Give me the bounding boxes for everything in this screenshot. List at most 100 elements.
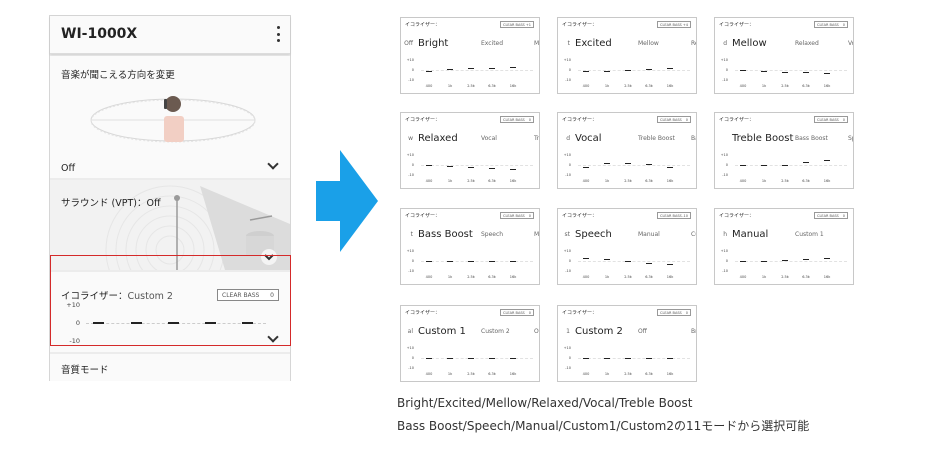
clear-bass-button[interactable]: CLEAR BASS -10 <box>657 212 691 219</box>
clear-bass-button[interactable]: CLEAR BASS 0 <box>500 116 534 123</box>
preset-card-bright: イコライザー： CLEAR BASS +1 Off Bright Excited M +10 0… <box>400 17 540 94</box>
preset-freq-label: 16k <box>509 275 517 279</box>
preset-freq-label: 1k <box>761 84 767 88</box>
preset-freq-label: 6.3k <box>645 275 653 279</box>
chevron-down-icon[interactable] <box>267 331 279 343</box>
equalizer-card[interactable]: イコライザー：Custom 2 CLEAR BASS 0 +10 0 -10 <box>50 272 290 352</box>
phone-screen: WI-1000X 音楽が聞こえる方向を変更 Off サラウンド (VPT)：Of… <box>49 15 291 381</box>
clear-bass-button[interactable]: CLEAR BASS +4 <box>657 21 691 28</box>
preset-freq-label: 6.3k <box>802 84 810 88</box>
clear-bass-label: CLEAR BASS <box>817 213 839 218</box>
preset-freq-label: 16k <box>666 179 674 183</box>
clear-bass-value: 0 <box>685 310 688 315</box>
preset-zero-line <box>421 70 533 71</box>
preset-name: Relaxed <box>418 133 458 144</box>
preset-tick-label: +10 <box>563 58 571 62</box>
app-header: WI-1000X <box>50 16 290 54</box>
clear-bass-label: CLEAR BASS <box>660 22 682 27</box>
clear-bass-button[interactable]: CLEAR BASS +1 <box>500 21 534 28</box>
clear-bass-button[interactable]: CLEAR BASS 0 <box>814 116 848 123</box>
surround-card[interactable]: サラウンド (VPT)：Off <box>50 180 290 270</box>
preset-next2-label: Sp <box>848 135 853 142</box>
preset-freq-label: 1k <box>604 84 610 88</box>
chevron-down-icon[interactable] <box>267 158 279 170</box>
preset-freq-label: 6.3k <box>802 179 810 183</box>
sound-mode-card[interactable]: 音質モード <box>50 354 290 381</box>
preset-card-manual: イコライザー： CLEAR BASS 0 h Manual Custom 1 +10 0 -10… <box>714 208 854 285</box>
equalizer-label: イコライザー：Custom 2 <box>61 288 173 302</box>
preset-eq-label: イコライザー： <box>562 117 598 123</box>
clear-bass-button[interactable]: CLEAR BASS 0 <box>814 212 848 219</box>
preset-band-level <box>782 72 788 74</box>
preset-eq-label: イコライザー： <box>562 22 598 28</box>
preset-next-label: Excited <box>481 40 504 47</box>
clear-bass-value: +4 <box>682 22 688 27</box>
preset-tick-label: -10 <box>408 269 414 273</box>
clear-bass-button[interactable]: CLEAR BASS 0 <box>500 212 534 219</box>
preset-tick-label: +10 <box>720 249 728 253</box>
preset-tick-label: 0 <box>411 259 414 263</box>
preset-freq-label: 2.5k <box>781 275 789 279</box>
eq-band-slider[interactable] <box>131 322 142 324</box>
preset-freq-label: 400 <box>739 179 747 183</box>
preset-freq-label: 2.5k <box>467 372 475 376</box>
preset-freq-label: 400 <box>582 372 590 376</box>
preset-band-level <box>489 168 495 170</box>
preset-next-label: Manual <box>638 231 660 238</box>
preset-zero-line <box>578 261 690 262</box>
eq-band-slider[interactable] <box>93 322 104 324</box>
preset-freq-label: 16k <box>509 372 517 376</box>
preset-band-level <box>646 69 652 71</box>
preset-band-level <box>447 69 453 71</box>
preset-freq-label: 1k <box>447 372 453 376</box>
preset-next2-label: Ba <box>691 135 696 142</box>
preset-freq-label: 2.5k <box>467 275 475 279</box>
clear-bass-value: 0 <box>685 117 688 122</box>
preset-freq-label: 2.5k <box>624 84 632 88</box>
preset-zero-line <box>578 70 690 71</box>
clear-bass-button[interactable]: CLEAR BASS 0 <box>500 309 534 316</box>
preset-freq-label: 6.3k <box>645 179 653 183</box>
preset-band-level <box>604 163 610 165</box>
preset-freq-label: 2.5k <box>624 372 632 376</box>
preset-band-level <box>604 71 610 73</box>
preset-band-level <box>583 258 589 260</box>
preset-band-level <box>510 358 516 360</box>
preset-card-excited: イコライザー： CLEAR BASS+4 t Excited Mellow Re +10 0 -… <box>557 17 697 94</box>
preset-freq-label: 6.3k <box>802 275 810 279</box>
preset-next2-label: Cu <box>691 231 696 238</box>
listener-illustration-icon <box>90 96 256 143</box>
direction-card[interactable]: 音楽が聞こえる方向を変更 Off <box>50 56 290 178</box>
more-vert-icon[interactable] <box>275 26 281 42</box>
direction-value: Off <box>61 163 76 174</box>
preset-tick-label: -10 <box>565 269 571 273</box>
clear-bass-label: CLEAR BASS <box>660 117 682 122</box>
preset-freq-label: 1k <box>447 275 453 279</box>
preset-prev-label: d <box>723 40 727 47</box>
preset-tick-label: +10 <box>406 346 414 350</box>
preset-band-level <box>489 261 495 263</box>
preset-tick-label: 0 <box>568 68 571 72</box>
clear-bass-value: 0 <box>528 213 531 218</box>
preset-next-label: Bass Boost <box>795 135 828 142</box>
preset-band-level <box>426 358 432 360</box>
eq-band-slider[interactable] <box>205 322 216 324</box>
preset-freq-label: 400 <box>739 275 747 279</box>
eq-tick-label: 0 <box>75 319 80 327</box>
clear-bass-button[interactable]: CLEAR BASS 0 <box>657 309 691 316</box>
preset-band-level <box>447 358 453 360</box>
preset-card-treble-boost: イコライザー： CLEAR BASS 0 Treble Boost Bass Boost… <box>714 112 854 189</box>
preset-freq-label: 16k <box>666 275 674 279</box>
eq-band-slider[interactable] <box>168 322 179 324</box>
clear-bass-label: CLEAR BASS <box>660 213 682 218</box>
preset-band-level <box>510 261 516 263</box>
eq-band-slider[interactable] <box>242 322 253 324</box>
clear-bass-button[interactable]: CLEAR BASS 0 <box>657 116 691 123</box>
preset-band-level <box>468 68 474 70</box>
preset-tick-label: +10 <box>720 153 728 157</box>
chevron-down-icon[interactable] <box>261 249 277 265</box>
clear-bass-button[interactable]: CLEAR BASS 0 <box>217 289 279 301</box>
preset-tick-label: +10 <box>563 249 571 253</box>
clear-bass-button[interactable]: CLEAR BASS 0 <box>814 21 848 28</box>
preset-freq-label: 400 <box>582 179 590 183</box>
